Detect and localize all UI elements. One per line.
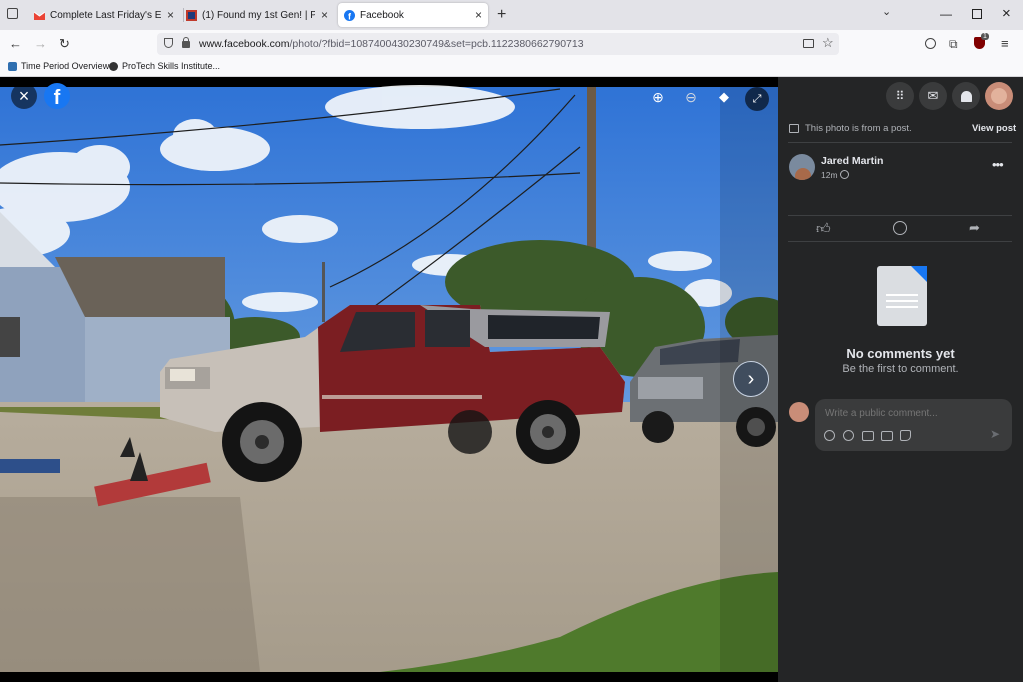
account-button[interactable]	[985, 82, 1013, 110]
photo-side-panel: ⠿ ✉ This photo is from a post. View post…	[778, 77, 1023, 682]
bookmark-item[interactable]: Time Period Overview	[8, 61, 109, 71]
globe-icon	[840, 170, 849, 179]
minimize-icon[interactable]: —	[940, 7, 952, 21]
post-notice-icon	[789, 124, 799, 133]
close-tab-icon[interactable]: ×	[315, 8, 334, 22]
like-icon[interactable]: 👍︎	[816, 220, 831, 237]
tab-strip: Complete Last Friday's Electrical × (1) …	[0, 0, 1023, 30]
avatar-sticker-icon[interactable]	[824, 430, 835, 441]
camera-icon[interactable]	[862, 431, 874, 441]
restore-icon[interactable]	[972, 9, 982, 19]
close-icon: ×	[18, 86, 30, 106]
zoom-out-icon: ⊖	[685, 88, 697, 105]
bookmark-label: ProTech Skills Institute...	[122, 61, 221, 71]
forum-icon	[186, 9, 197, 21]
picture-in-picture-icon[interactable]	[803, 39, 814, 48]
url-path: /photo/?fbid=1087400430230749&set=pcb.11…	[289, 38, 584, 50]
extensions-icon[interactable]: ⧉	[949, 37, 958, 52]
zoom-in-button[interactable]: ⊕	[647, 86, 669, 108]
url-text[interactable]: www.facebook.com/photo/?fbid=10874004302…	[199, 38, 584, 50]
bookmark-favicon-icon	[8, 61, 17, 71]
post-time[interactable]: 12m	[821, 170, 838, 180]
document-line	[886, 294, 918, 296]
comment-input[interactable]	[823, 404, 1007, 422]
menu-icon[interactable]: ≡	[1001, 36, 1009, 51]
post-notice-text: This photo is from a post.	[805, 123, 912, 134]
document-line	[886, 300, 918, 302]
avatar-shape	[795, 168, 811, 180]
notifications-button[interactable]	[952, 82, 980, 110]
comment-icon[interactable]	[893, 221, 907, 235]
close-viewer-button[interactable]: ×	[11, 83, 37, 109]
photo-viewer: × f ⊕ ⊖ ◆ ⤢ ›	[0, 77, 778, 682]
tag-button[interactable]: ◆	[713, 86, 735, 108]
comment-box[interactable]: ➤	[815, 399, 1012, 451]
tab-title: Complete Last Friday's Electrical	[50, 9, 161, 21]
back-icon[interactable]: ←	[9, 36, 22, 51]
facebook-f-icon: f	[53, 87, 61, 109]
tab-divider	[183, 8, 184, 22]
view-post-link[interactable]: View post	[972, 123, 1016, 134]
no-comments-subtitle: Be the first to comment.	[842, 363, 959, 375]
close-tab-icon[interactable]: ×	[469, 8, 488, 22]
author-name[interactable]: Jared Martin	[821, 155, 883, 167]
tab-forum[interactable]: (1) Found my 1st Gen! | Page 3 | ×	[186, 3, 334, 27]
forward-icon[interactable]: →	[34, 36, 47, 51]
zoom-out-button[interactable]: ⊖	[680, 86, 702, 108]
account-icon[interactable]	[925, 38, 936, 49]
extension-badge: 1	[981, 33, 989, 40]
document-icon	[877, 266, 927, 326]
facebook-logo[interactable]: f	[44, 83, 70, 109]
tab-overflow-chevron-icon[interactable]: ⌄	[882, 5, 891, 18]
fullscreen-icon: ⤢	[752, 92, 762, 105]
address-bar[interactable]: www.facebook.com/photo/?fbid=10874004302…	[157, 33, 839, 55]
menu-button[interactable]: ⠿	[886, 82, 914, 110]
photo	[0, 77, 778, 682]
share-icon[interactable]: ➦	[969, 220, 980, 236]
messenger-icon: ✉	[927, 88, 939, 103]
document-line	[886, 306, 918, 308]
bookmark-item[interactable]: ProTech Skills Institute...	[109, 61, 220, 71]
tab-facebook[interactable]: f Facebook ×	[338, 3, 488, 27]
emoji-icon[interactable]	[843, 430, 854, 441]
tab-title: Facebook	[360, 9, 404, 21]
new-tab-icon[interactable]: +	[497, 6, 506, 24]
next-photo-button[interactable]: ›	[733, 361, 769, 397]
bookmarks-toolbar: Time Period Overview ProTech Skills Inst…	[0, 58, 1023, 77]
bookmark-star-icon[interactable]: ☆	[822, 35, 834, 51]
gif-icon[interactable]	[881, 431, 893, 441]
tab-title: (1) Found my 1st Gen! | Page 3 |	[202, 9, 315, 21]
next-arrow-icon: ›	[747, 368, 755, 390]
tracking-shield-icon[interactable]	[164, 38, 173, 48]
divider	[788, 241, 1012, 242]
divider	[788, 215, 1012, 216]
bookmark-favicon-icon	[109, 61, 118, 71]
no-comments-title: No comments yet	[846, 346, 955, 361]
fullscreen-button[interactable]: ⤢	[745, 87, 769, 111]
facebook-icon: f	[344, 9, 355, 21]
more-options-icon[interactable]: •••	[992, 157, 1004, 172]
tag-icon: ◆	[719, 89, 729, 104]
document-corner	[911, 266, 927, 282]
close-window-icon[interactable]: ×	[1002, 5, 1011, 22]
tab-gmail[interactable]: Complete Last Friday's Electrical ×	[33, 3, 180, 27]
bookmark-label: Time Period Overview	[21, 61, 110, 71]
close-tab-icon[interactable]: ×	[161, 8, 180, 22]
send-icon[interactable]: ➤	[990, 427, 1000, 441]
url-domain: www.facebook.com	[199, 38, 290, 50]
divider	[788, 142, 1012, 143]
reload-icon[interactable]: ↻	[59, 36, 70, 52]
lock-shackle	[183, 37, 189, 43]
bell-icon	[960, 90, 972, 102]
zoom-in-icon: ⊕	[652, 88, 664, 105]
messenger-button[interactable]: ✉	[919, 82, 947, 110]
author-avatar[interactable]	[789, 154, 815, 180]
gmail-icon	[33, 10, 46, 21]
grid-menu-icon: ⠿	[895, 89, 905, 103]
commenter-avatar	[789, 402, 809, 422]
avatar	[991, 88, 1007, 104]
tab-list-icon[interactable]	[7, 8, 18, 19]
sticker-icon[interactable]	[900, 430, 911, 441]
